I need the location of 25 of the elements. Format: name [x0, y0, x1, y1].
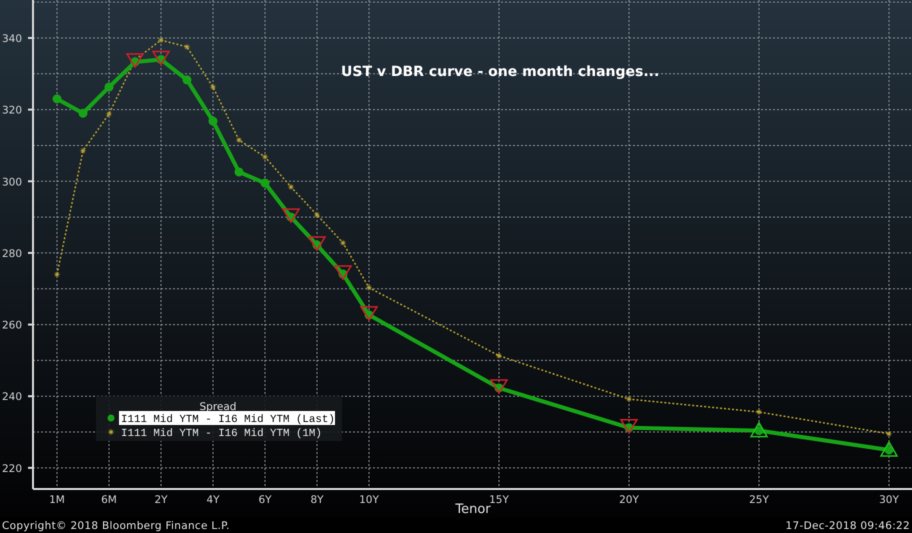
x-tick-label: 1M	[49, 494, 65, 506]
copyright-text: Copyright© 2018 Bloomberg Finance L.P.	[2, 520, 230, 532]
x-tick-label: 20Y	[619, 494, 639, 506]
x-tick-label: 6Y	[258, 494, 272, 506]
y-tick-label: 340	[2, 32, 22, 45]
y-tick-label: 240	[2, 391, 22, 404]
legend-title: Spread	[200, 401, 236, 413]
y-tick-label: 260	[2, 320, 22, 332]
x-tick-label: 15Y	[489, 494, 509, 506]
y-tick-label: 320	[2, 104, 22, 117]
x-tick-label: 4Y	[206, 494, 220, 506]
x-tick-label: 30Y	[879, 494, 899, 506]
x-axis-title: Tenor	[455, 502, 491, 517]
legend-entry[interactable]: I111 Mid YTM - I16 Mid YTM (Last)	[121, 414, 335, 426]
y-tick-label: 300	[2, 176, 22, 188]
x-tick-label: 6M	[101, 494, 117, 506]
legend-entry[interactable]: I111 Mid YTM - I16 Mid YTM (1M)	[121, 428, 322, 440]
timestamp: 17-Dec-2018 09:46:22	[786, 520, 910, 532]
x-tick-label: 25Y	[749, 494, 769, 506]
y-tick-label: 280	[2, 248, 22, 260]
chart-title: UST v DBR curve - one month changes...	[341, 64, 660, 80]
x-tick-label: 8Y	[310, 494, 324, 506]
x-tick-label: 2Y	[154, 494, 168, 506]
y-tick-label: 220	[2, 462, 22, 475]
x-tick-label: 10Y	[359, 494, 379, 506]
